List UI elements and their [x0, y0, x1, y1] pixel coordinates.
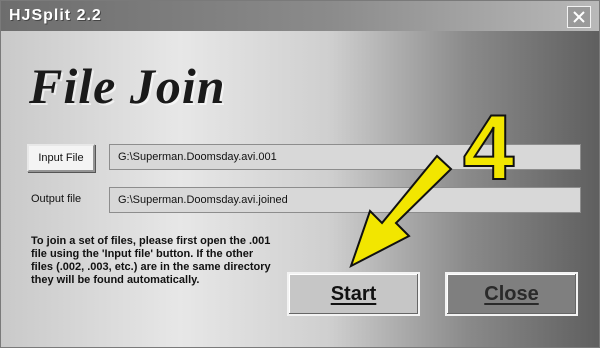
output-file-path-field[interactable]: G:\Superman.Doomsday.avi.joined [109, 187, 581, 213]
help-text: To join a set of files, please first ope… [31, 235, 271, 286]
hjsplit-window: HJSplit 2.2 File Join Input File G:\Supe… [0, 0, 600, 348]
input-file-button[interactable]: Input File [27, 144, 95, 172]
close-button[interactable]: Close [445, 272, 578, 316]
start-button[interactable]: Start [287, 272, 420, 316]
page-heading: File Join [29, 58, 226, 114]
window-close-button[interactable] [567, 6, 591, 28]
window-title: HJSplit 2.2 [9, 7, 102, 24]
input-file-path-field[interactable]: G:\Superman.Doomsday.avi.001 [109, 144, 581, 170]
output-file-label: Output file [31, 193, 82, 205]
start-button-label: Start [330, 282, 377, 305]
close-icon [573, 11, 585, 23]
title-bar[interactable]: HJSplit 2.2 [1, 1, 599, 31]
close-button-label: Close [484, 282, 539, 305]
